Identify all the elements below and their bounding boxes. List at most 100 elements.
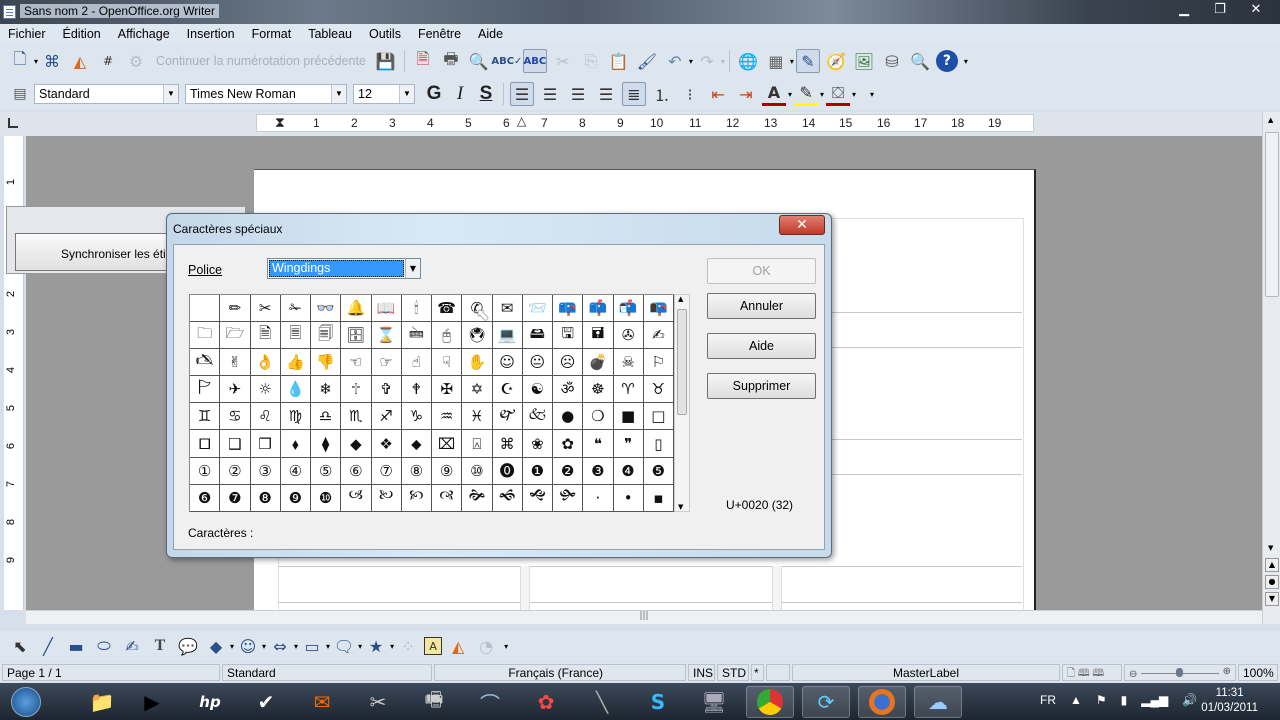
callouts-icon[interactable]: 🗨 <box>332 634 356 658</box>
character-cell[interactable]: ⑧ <box>401 457 432 485</box>
character-grid[interactable]: ✏ ✂ ✁ 👓 🔔 📖 🕯 ☎ ✆ ✉ 📨 📪 📫 📬 📭 🗀 🗁 🗎 🗏 🗐 🗄 ⌛ 🖮 🖰 🖲 💻 🖴 🖫 🖬 ✇ ✍ 🖎 ✌ 👌 👍 👎 ☜ ☞ ☝ ☟… <box>189 294 674 512</box>
numbering-list-icon[interactable]: ⒈ <box>650 82 674 106</box>
character-cell[interactable]: 📭 <box>643 295 674 323</box>
volume-icon[interactable]: 🔊 <box>1182 693 1197 707</box>
cancel-button[interactable]: Annuler <box>707 293 816 319</box>
flowchart-icon[interactable]: ▭ <box>300 634 324 658</box>
character-cell[interactable]: ♈ <box>613 376 644 404</box>
character-cell[interactable]: ✞ <box>371 376 402 404</box>
horizontal-ruler[interactable]: ⧗ 1 2 3 4 5 6 △ 7 8 9 10 11 12 13 14 15 … <box>256 114 1034 132</box>
character-cell[interactable]: ♊ <box>190 403 221 431</box>
character-cell[interactable]: ⑩ <box>462 457 493 485</box>
character-cell[interactable]: □ <box>643 403 674 431</box>
new-document-icon[interactable]: 🗋 <box>8 49 32 73</box>
start-button[interactable] <box>0 686 52 718</box>
character-cell[interactable]: ☠ <box>613 349 644 377</box>
status-language[interactable]: Français (France) <box>434 664 686 681</box>
character-cell[interactable]: ⌧ <box>432 430 463 458</box>
character-cell[interactable]: 🙠 <box>371 484 402 512</box>
character-cell[interactable]: ❾ <box>280 484 311 512</box>
toolbar-overflow-icon[interactable]: ▾ <box>504 642 508 651</box>
table-icon[interactable]: ▦ <box>764 49 788 73</box>
character-cell[interactable]: ❀ <box>522 430 553 458</box>
status-selection-mode[interactable]: STD <box>717 664 749 681</box>
character-cell[interactable]: 📨 <box>522 295 553 323</box>
character-cell[interactable]: ④ <box>280 457 311 485</box>
character-cell[interactable]: 💻 <box>492 322 523 350</box>
character-cell[interactable]: 🕈 <box>401 376 432 404</box>
character-cell[interactable]: ☜ <box>341 349 372 377</box>
minimize-button[interactable]: ▁ <box>1166 0 1202 20</box>
justify-active-icon[interactable]: ≣ <box>622 82 646 106</box>
character-cell[interactable]: ❒ <box>250 430 281 458</box>
character-cell[interactable]: ❶ <box>522 457 553 485</box>
undo-icon[interactable]: ↶ <box>663 49 687 73</box>
character-cell[interactable]: ⌘ <box>492 430 523 458</box>
character-cell[interactable] <box>190 295 221 323</box>
character-cell[interactable]: ▯ <box>643 430 674 458</box>
character-cell[interactable]: ❹ <box>613 457 644 485</box>
taskbar-check-app-icon[interactable]: ✔ <box>242 686 290 718</box>
taskbar-clock[interactable]: 11:31 01/03/2011 <box>1201 686 1258 716</box>
character-cell[interactable]: ✁ <box>280 295 311 323</box>
character-cell[interactable]: ♓ <box>462 403 493 431</box>
character-cell[interactable]: • <box>613 484 644 512</box>
character-cell[interactable]: ☞ <box>371 349 402 377</box>
freeform-icon[interactable]: ✍ <box>120 634 144 658</box>
character-cell[interactable]: ♍ <box>280 403 311 431</box>
status-zoom[interactable]: 100% <box>1238 664 1278 681</box>
show-hidden-icons[interactable]: ▲ <box>1070 693 1082 707</box>
character-cell[interactable]: ⬧ <box>280 430 311 458</box>
character-cell[interactable]: ॐ <box>553 376 584 404</box>
navigator-icon[interactable]: 🧭 <box>824 49 848 73</box>
character-cell[interactable]: ❞ <box>613 430 644 458</box>
character-cell[interactable]: 🗐 <box>311 322 342 350</box>
network-signal-icon[interactable]: ▂▄▆ <box>1141 693 1168 707</box>
character-cell[interactable]: 🙡 <box>401 484 432 512</box>
close-button[interactable]: ✕ <box>1238 0 1274 20</box>
page-preview-icon[interactable]: 🔍 <box>467 49 491 73</box>
character-cell[interactable]: 🗏 <box>280 322 311 350</box>
character-cell[interactable]: ♌ <box>250 403 281 431</box>
character-cell[interactable]: 👌 <box>250 349 281 377</box>
view-layout-buttons[interactable]: 🗋 🕮 🕮 <box>1062 664 1122 681</box>
character-cell[interactable]: ☯ <box>522 376 553 404</box>
font-name-select[interactable]: Times New Roman ▼ <box>185 84 347 104</box>
character-cell[interactable]: 📫 <box>583 295 614 323</box>
font-color-icon[interactable]: A <box>762 82 786 106</box>
dialog-close-button[interactable]: ✕ <box>779 215 825 235</box>
character-cell[interactable]: 👎 <box>311 349 342 377</box>
help-button[interactable]: Aide <box>707 333 816 359</box>
taskbar-chrome-icon[interactable] <box>746 686 794 718</box>
character-cell[interactable]: ☺ <box>492 349 523 377</box>
justify-icon[interactable]: ☰ <box>594 82 618 106</box>
toolbar-overflow-icon[interactable]: ▾ <box>964 57 968 66</box>
status-insert-mode[interactable]: INS <box>688 664 715 681</box>
navigation-button[interactable]: ● <box>1265 575 1279 589</box>
shapes-icon[interactable]: ◭ <box>68 49 92 73</box>
taskbar-media-player-icon[interactable]: ▶ <box>128 686 176 718</box>
hyperlink-icon[interactable]: 🌐 <box>736 49 760 73</box>
data-sources-icon[interactable]: ⛁ <box>880 49 904 73</box>
text-icon[interactable]: T <box>148 634 172 658</box>
character-cell[interactable]: ⑨ <box>432 457 463 485</box>
character-cell[interactable]: 🙢 <box>341 484 372 512</box>
character-cell[interactable]: ✋ <box>462 349 493 377</box>
menu-aide[interactable]: Aide <box>478 27 503 41</box>
character-cell[interactable]: 🙝 <box>522 484 553 512</box>
menu-format[interactable]: Format <box>252 27 292 41</box>
character-cell[interactable]: ♏ <box>341 403 372 431</box>
zoom-slider-thumb[interactable] <box>1176 668 1183 677</box>
taskbar-explorer-icon[interactable]: 📁 <box>78 686 126 718</box>
previous-page-button[interactable]: ▲ <box>1265 558 1279 572</box>
character-cell[interactable]: 🕯 <box>401 295 432 323</box>
character-cell[interactable]: 🙰 <box>492 403 523 431</box>
basic-shapes-icon[interactable]: ◆ <box>204 634 228 658</box>
character-cell[interactable]: ⑦ <box>371 457 402 485</box>
zoom-icon[interactable]: 🔍 <box>908 49 932 73</box>
taskbar-fax-scanner-icon[interactable]: 🖷 <box>410 686 458 718</box>
character-cell[interactable]: 🖲 <box>462 322 493 350</box>
character-cell[interactable]: ❖ <box>371 430 402 458</box>
taskbar-scanner-icon[interactable]: ⌒ <box>466 686 514 718</box>
menu-insertion[interactable]: Insertion <box>187 27 235 41</box>
